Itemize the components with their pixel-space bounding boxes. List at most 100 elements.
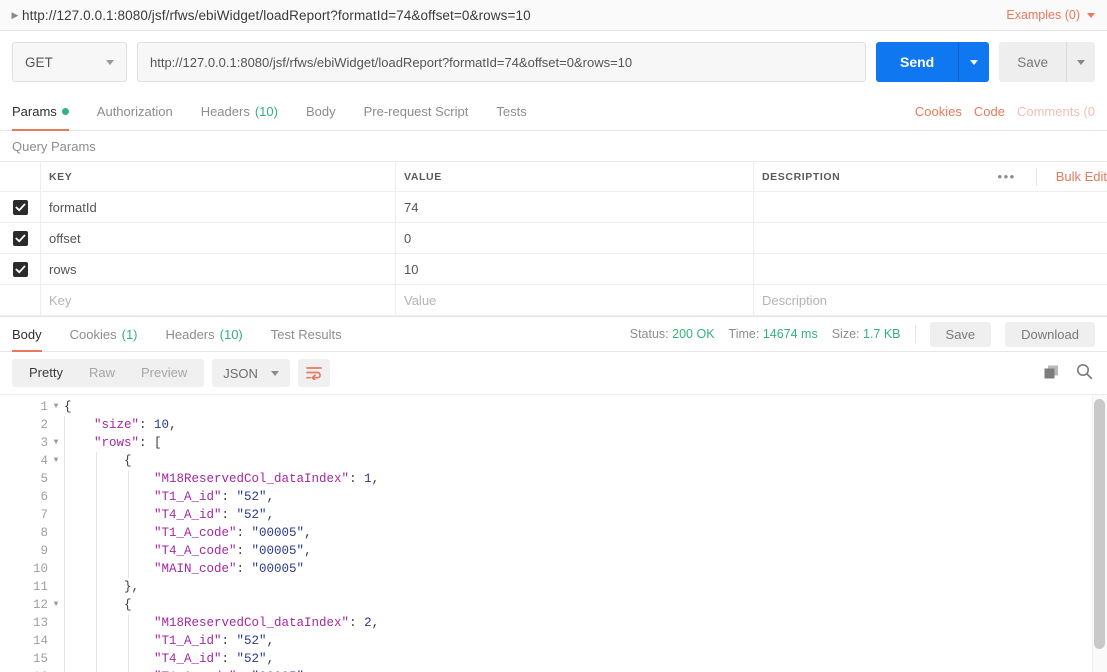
new-param-description-input[interactable]: Description — [762, 293, 827, 308]
code-token: "00005" — [251, 562, 305, 576]
table-row[interactable]: formatId 74 — [0, 192, 1107, 223]
tab-tests[interactable]: Tests — [482, 93, 540, 130]
search-button[interactable] — [1076, 363, 1093, 383]
code-text: { — [52, 596, 132, 614]
code-token: "T4_A_id" — [154, 652, 222, 666]
code-token: 2 — [364, 616, 372, 630]
line-number: 1 ▼ — [0, 398, 58, 416]
chevron-down-icon — [270, 370, 279, 376]
save-options-button[interactable] — [1067, 42, 1095, 82]
new-param-value-input[interactable]: Value — [404, 293, 436, 308]
code-token: , — [266, 508, 275, 522]
new-param-key-input[interactable]: Key — [49, 293, 71, 308]
line-number: 2 — [40, 418, 48, 432]
code-line: 4 ▼ { — [0, 452, 1107, 470]
checkbox-checked-icon[interactable] — [12, 230, 28, 246]
indent-guide — [96, 632, 97, 650]
send-options-button[interactable] — [959, 42, 990, 82]
line-number: 8 — [40, 526, 48, 540]
query-params-title: Query Params — [12, 138, 96, 154]
tab-pre-request-script[interactable]: Pre-request Script — [350, 93, 483, 130]
view-mode-pretty[interactable]: Pretty — [16, 359, 76, 387]
code-line: 14 "T1_A_id": "52", — [0, 632, 1107, 650]
view-mode-raw[interactable]: Raw — [76, 359, 128, 387]
tab-authorization-label: Authorization — [96, 104, 173, 119]
http-method-select[interactable]: GET — [12, 42, 127, 82]
view-mode-preview[interactable]: Preview — [128, 359, 200, 387]
send-button[interactable]: Send — [875, 42, 960, 82]
status-indicator: Status: 200 OK — [630, 327, 715, 341]
ellipsis-icon[interactable]: ••• — [988, 169, 1026, 184]
code-line: 2 "size": 10, — [0, 416, 1107, 434]
editor-scrollbar-track[interactable] — [1092, 395, 1107, 672]
response-tab-body-label: Body — [12, 326, 42, 342]
editor-scrollbar[interactable] — [1094, 399, 1105, 670]
copy-button[interactable] — [1043, 364, 1060, 383]
checkbox-checked-icon[interactable] — [12, 261, 28, 277]
download-response-button[interactable]: Download — [1005, 321, 1095, 347]
indent-guide — [64, 650, 65, 668]
response-tab-body[interactable]: Body — [12, 317, 56, 352]
save-button-group: Save — [999, 42, 1095, 82]
wrap-lines-button[interactable] — [297, 359, 330, 387]
search-icon — [1077, 364, 1093, 380]
bulk-edit-button[interactable]: Bulk Edit — [1047, 169, 1107, 184]
row-checkbox-cell[interactable] — [0, 192, 41, 222]
tab-body[interactable]: Body — [292, 93, 350, 130]
code-token: "T1_A_code" — [154, 526, 237, 540]
indent-guide — [128, 650, 129, 668]
param-value: 0 — [404, 230, 412, 246]
editor-scrollbar-thumb[interactable] — [1094, 399, 1105, 649]
param-key: offset — [49, 230, 81, 246]
table-row[interactable]: rows 10 — [0, 254, 1107, 285]
tab-authorization[interactable]: Authorization — [83, 93, 187, 130]
row-checkbox-cell[interactable] — [0, 223, 41, 253]
table-row[interactable]: offset 0 — [0, 223, 1107, 254]
code-link[interactable]: Code — [974, 104, 1005, 119]
indent-guide — [128, 614, 129, 632]
code-line: 15 "T4_A_id": "52", — [0, 650, 1107, 668]
triangle-right-icon[interactable]: ▶ — [8, 10, 22, 20]
code-token: "T1_A_id" — [154, 490, 222, 504]
request-tabs: Params Authorization Headers (10) Body P… — [0, 93, 1107, 131]
indent-guide — [64, 452, 65, 470]
indent-guide — [128, 560, 129, 578]
tab-headers[interactable]: Headers (10) — [187, 93, 292, 130]
response-tab-test-results[interactable]: Test Results — [257, 317, 356, 351]
code-token: "52" — [236, 508, 267, 522]
url-input[interactable]: http://127.0.0.1:8080/jsf/rfws/ebiWidget… — [137, 42, 866, 82]
response-format-select[interactable]: JSON — [212, 359, 290, 387]
row-checkbox-cell[interactable] — [0, 254, 41, 284]
param-key: formatId — [49, 199, 97, 215]
response-tab-headers[interactable]: Headers (10) — [152, 317, 257, 351]
indent-guide — [96, 578, 97, 596]
save-request-button[interactable]: Save — [999, 42, 1067, 82]
response-body-editor[interactable]: 1 ▼{2 "size": 10, 3 ▼ "rows": [4 ▼ {5 "M18Re… — [0, 394, 1107, 672]
checkbox-checked-icon[interactable] — [12, 199, 28, 215]
code-text: { — [52, 452, 132, 470]
examples-link[interactable]: Examples (0) — [1006, 8, 1080, 22]
response-tab-cookies[interactable]: Cookies (1) — [56, 317, 152, 351]
chevron-down-icon — [106, 59, 114, 65]
save-response-button[interactable]: Save — [929, 321, 992, 347]
code-text: "size": 10, — [52, 416, 177, 434]
line-number: 13 — [32, 616, 48, 630]
indent-guide — [96, 560, 97, 578]
indent-guide — [64, 632, 65, 650]
line-number: 3 ▼ — [0, 434, 58, 452]
table-row-empty[interactable]: Key Value Description — [0, 285, 1107, 316]
column-header-value: VALUE — [404, 170, 442, 183]
tab-params[interactable]: Params — [12, 93, 83, 131]
code-text: }, — [52, 578, 139, 596]
indent-guide — [64, 596, 65, 614]
chevron-down-icon[interactable] — [1087, 12, 1095, 18]
code-lines: 1 ▼{2 "size": 10, 3 ▼ "rows": [4 ▼ {5 "M18Re… — [0, 395, 1107, 672]
code-text: "T1_A_id": "52", — [52, 632, 274, 650]
code-token: : — [221, 652, 237, 666]
comments-link[interactable]: Comments (0 — [1017, 104, 1095, 119]
request-title: http://127.0.0.1:8080/jsf/rfws/ebiWidget… — [22, 7, 531, 23]
param-key: rows — [49, 261, 77, 277]
row-checkbox-cell[interactable] — [0, 285, 41, 315]
code-token: "size" — [94, 418, 140, 432]
cookies-link[interactable]: Cookies — [915, 104, 962, 119]
